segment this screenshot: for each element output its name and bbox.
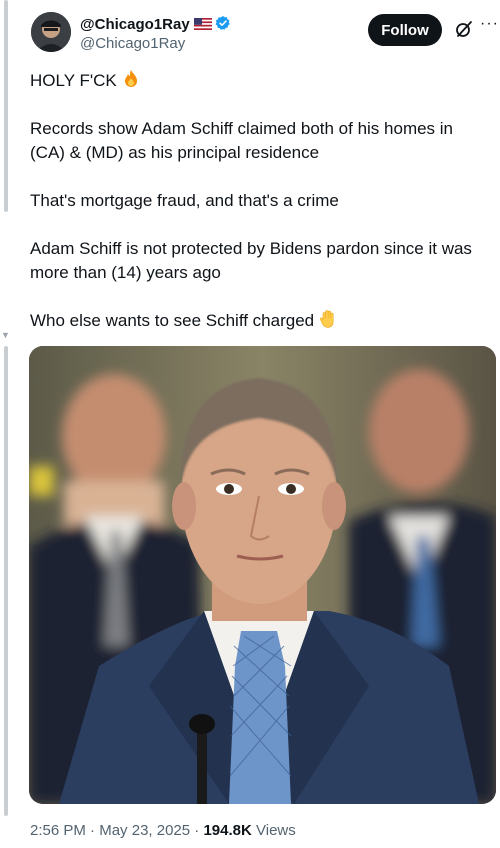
grok-icon[interactable]: [454, 19, 474, 39]
photo-illustration: [29, 346, 496, 804]
post-paragraph-5-text: Who else wants to see Schiff charged: [30, 311, 315, 330]
post-date[interactable]: May 23, 2025: [99, 822, 190, 839]
scrollbar-thumb-upper[interactable]: [4, 0, 8, 212]
post-paragraph-5: Who else wants to see Schiff charged: [30, 309, 492, 333]
us-flag-icon: [193, 18, 212, 30]
views-count: 194.8K: [203, 822, 252, 839]
fire-emoji-icon: [124, 70, 137, 87]
author-handle[interactable]: @Chicago1Ray: [80, 35, 185, 52]
meta-separator: ·: [190, 822, 204, 839]
more-options-icon[interactable]: ···: [480, 15, 499, 33]
post-paragraph-2: Records show Adam Schiff claimed both of…: [30, 119, 454, 162]
post-meta: 2:56 PM · May 23, 2025 · 194.8K Views: [30, 822, 296, 839]
author-display-name[interactable]: @Chicago1Ray: [80, 15, 231, 33]
verified-badge-icon: [215, 16, 230, 30]
tweet: @Chicago1Ray @Chicago1Ray Follow ··· HOL…: [14, 0, 500, 848]
raised-hand-emoji-icon: [320, 310, 334, 328]
avatar-icon[interactable]: [31, 12, 71, 52]
meta-separator: ·: [85, 822, 100, 839]
display-name-text: @Chicago1Ray: [80, 16, 190, 33]
follow-button[interactable]: Follow: [368, 14, 442, 46]
views-label: Views: [251, 822, 296, 839]
post-paragraph-4: Adam Schiff is not protected by Bidens p…: [30, 239, 472, 282]
post-line-1: HOLY F'CK: [30, 69, 492, 93]
scroll-down-arrow-icon[interactable]: ▼: [1, 330, 10, 340]
post-paragraph-3: That's mortgage fraud, and that's a crim…: [30, 191, 339, 210]
page-scrollbar[interactable]: ▼: [0, 0, 12, 848]
post-time[interactable]: 2:56 PM: [30, 822, 86, 839]
scrollbar-thumb-lower[interactable]: [4, 346, 8, 816]
post-line-1-text: HOLY F'CK: [30, 71, 117, 90]
post-photo[interactable]: [29, 346, 496, 804]
